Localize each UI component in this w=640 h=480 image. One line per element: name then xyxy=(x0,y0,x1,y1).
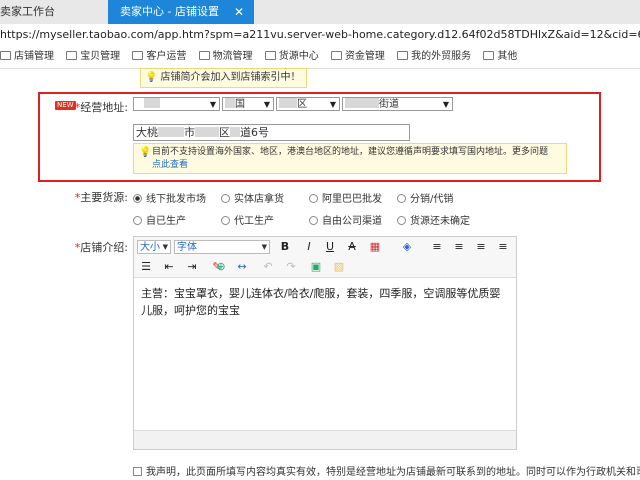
redo-icon[interactable]: ↷ xyxy=(284,260,298,274)
radio-offline-wholesale[interactable]: 线下批发市场 xyxy=(133,190,206,205)
close-tab-icon[interactable]: ✕ xyxy=(234,0,244,24)
bookmark-item-management[interactable]: 宝贝管理 xyxy=(66,46,120,68)
align-justify-icon[interactable]: ≡ xyxy=(496,240,510,254)
browser-tab-bar: 卖家工作台 卖家中心 - 店铺设置 ✕ xyxy=(0,0,640,24)
bookmarks-bar: 店铺管理 宝贝管理 客户运营 物流管理 货源中心 资金管理 我的外贸服务 其他 xyxy=(0,46,640,69)
address-label: *经营地址: xyxy=(74,101,128,114)
align-center-icon[interactable]: ≡ xyxy=(452,240,466,254)
source-label: *主要货源: xyxy=(74,191,128,204)
declaration-checkbox-row[interactable]: 我声明，此页面所填写内容均真实有效，特别是经营地址为店铺最新可联系到的地址。同时… xyxy=(133,463,640,478)
street-select[interactable]: 街道 ▼ xyxy=(342,97,453,111)
radio-oem[interactable]: 代工生产 xyxy=(221,212,274,227)
table-icon[interactable]: ▧ xyxy=(332,260,346,274)
undo-icon[interactable]: ↶ xyxy=(261,260,275,274)
radio-distribution[interactable]: 分销/代销 xyxy=(397,190,453,205)
folder-icon xyxy=(198,51,210,60)
city-select[interactable]: 国 ▼ xyxy=(222,97,274,111)
redacted-text xyxy=(345,98,379,108)
italic-icon[interactable]: I xyxy=(302,240,316,254)
redacted-text xyxy=(230,127,240,137)
radio-undecided[interactable]: 货源还未确定 xyxy=(397,212,470,227)
bold-icon[interactable]: B xyxy=(278,240,292,254)
radio-company-channel[interactable]: 自由公司渠道 xyxy=(309,212,382,227)
dropdown-arrow-icon: ▼ xyxy=(261,243,267,251)
folder-icon xyxy=(264,51,276,60)
editor-content[interactable]: 主营：宝宝罩衣，婴儿连体衣/哈衣/爬服，套装，四季服，空调服等优质婴儿服，呵护您… xyxy=(141,285,507,319)
address-warning: 💡 目前不支持设置海外国家、地区，港澳台地区的地址，建议您遵循声明要求填写国内地… xyxy=(133,143,567,174)
radio-self-produced[interactable]: 自已生产 xyxy=(133,212,186,227)
dropdown-arrow-icon: ▼ xyxy=(329,100,336,109)
line-height-icon[interactable]: ☰ xyxy=(139,260,153,274)
editor-toolbar-row-2: ☰ ⇤ ⇥ ✎ ⊕ ↔ ↶ ↷ ▣ ▧ xyxy=(134,257,516,278)
redacted-text xyxy=(195,127,219,137)
dropdown-arrow-icon: ▼ xyxy=(263,100,270,109)
radio-circle xyxy=(309,216,318,225)
address-bar[interactable]: https://myseller.taobao.com/app.htm?spm=… xyxy=(0,24,640,46)
radio-circle xyxy=(133,216,142,225)
redacted-text xyxy=(279,98,297,108)
radio-alibaba-wholesale[interactable]: 阿里巴巴批发 xyxy=(309,190,382,205)
dropdown-arrow-icon: ▼ xyxy=(442,100,449,109)
outdent-icon[interactable]: ⇤ xyxy=(162,260,176,274)
folder-icon xyxy=(397,51,409,60)
radio-circle xyxy=(397,194,406,203)
dropdown-arrow-icon: ▼ xyxy=(162,243,168,251)
font-size-select[interactable]: 大小 ▼ xyxy=(137,240,171,254)
radio-physical-store[interactable]: 实体店拿货 xyxy=(221,190,284,205)
bookmark-logistics[interactable]: 物流管理 xyxy=(198,46,253,68)
indent-icon[interactable]: ⇥ xyxy=(185,260,199,274)
radio-circle xyxy=(397,216,406,225)
folder-icon xyxy=(330,51,342,60)
tab-seller-workbench[interactable]: 卖家工作台 xyxy=(0,0,108,24)
image-icon[interactable]: ▣ xyxy=(309,260,323,274)
editor-status-bar xyxy=(134,430,516,449)
code-icon[interactable]: ↔ xyxy=(235,260,249,274)
tab-label: 卖家中心 - 店铺设置 xyxy=(120,5,219,18)
radio-circle xyxy=(133,194,142,203)
detail-address-input[interactable]: 大桃市区道6号 xyxy=(133,124,410,141)
bookmark-sourcing-center[interactable]: 货源中心 xyxy=(264,46,319,68)
bookmark-customer-operations[interactable]: 客户运营 xyxy=(132,46,186,68)
index-notice: 💡 店铺简介会加入到店铺索引中！ xyxy=(140,68,308,88)
font-family-select[interactable]: 字体 ▼ xyxy=(174,240,270,254)
tab-label: 卖家工作台 xyxy=(0,5,55,18)
bookmark-funds[interactable]: 资金管理 xyxy=(330,46,385,68)
align-left-icon[interactable]: ≡ xyxy=(430,240,444,254)
link-icon[interactable]: ⊕ xyxy=(214,260,228,274)
radio-circle xyxy=(221,216,230,225)
lightbulb-icon: 💡 xyxy=(145,72,158,83)
redacted-text xyxy=(158,127,184,137)
dropdown-arrow-icon: ▼ xyxy=(209,100,216,109)
lightbulb-icon: 💡 xyxy=(139,147,152,158)
redacted-text xyxy=(225,98,235,108)
view-more-link[interactable]: 点此查看 xyxy=(152,160,188,170)
folder-icon xyxy=(483,51,495,60)
font-color-icon[interactable]: ▦ xyxy=(368,240,382,254)
rich-text-editor: 大小 ▼ 字体 ▼ B I U A ▦ ◈ ≡ ≡ ≡ ≡ ☰ ⇤ ⇥ ✎ ⊕ ↔ … xyxy=(133,236,517,450)
radio-circle xyxy=(221,194,230,203)
district-select[interactable]: 区 ▼ xyxy=(276,97,340,111)
redacted-text xyxy=(144,98,160,108)
editor-toolbar-row-1: 大小 ▼ 字体 ▼ B I U A ▦ ◈ ≡ ≡ ≡ ≡ xyxy=(134,237,516,257)
align-right-icon[interactable]: ≡ xyxy=(474,240,488,254)
bookmark-shop-management[interactable]: 店铺管理 xyxy=(0,46,54,68)
province-select[interactable]: ▼ xyxy=(133,97,220,111)
folder-icon xyxy=(66,51,78,60)
bookmark-other[interactable]: 其他 xyxy=(483,46,517,68)
declaration-checkbox[interactable] xyxy=(133,467,142,476)
bookmark-trade-services[interactable]: 我的外贸服务 xyxy=(397,46,471,68)
intro-label: *店铺介绍: xyxy=(74,241,128,254)
tab-seller-center-shop-settings[interactable]: 卖家中心 - 店铺设置 ✕ xyxy=(108,0,254,24)
underline-icon[interactable]: U xyxy=(323,240,337,254)
folder-icon xyxy=(0,51,11,60)
strikethrough-icon[interactable]: A xyxy=(345,240,359,254)
background-color-icon[interactable]: ◈ xyxy=(400,240,414,254)
folder-icon xyxy=(132,51,144,60)
radio-circle xyxy=(309,194,318,203)
